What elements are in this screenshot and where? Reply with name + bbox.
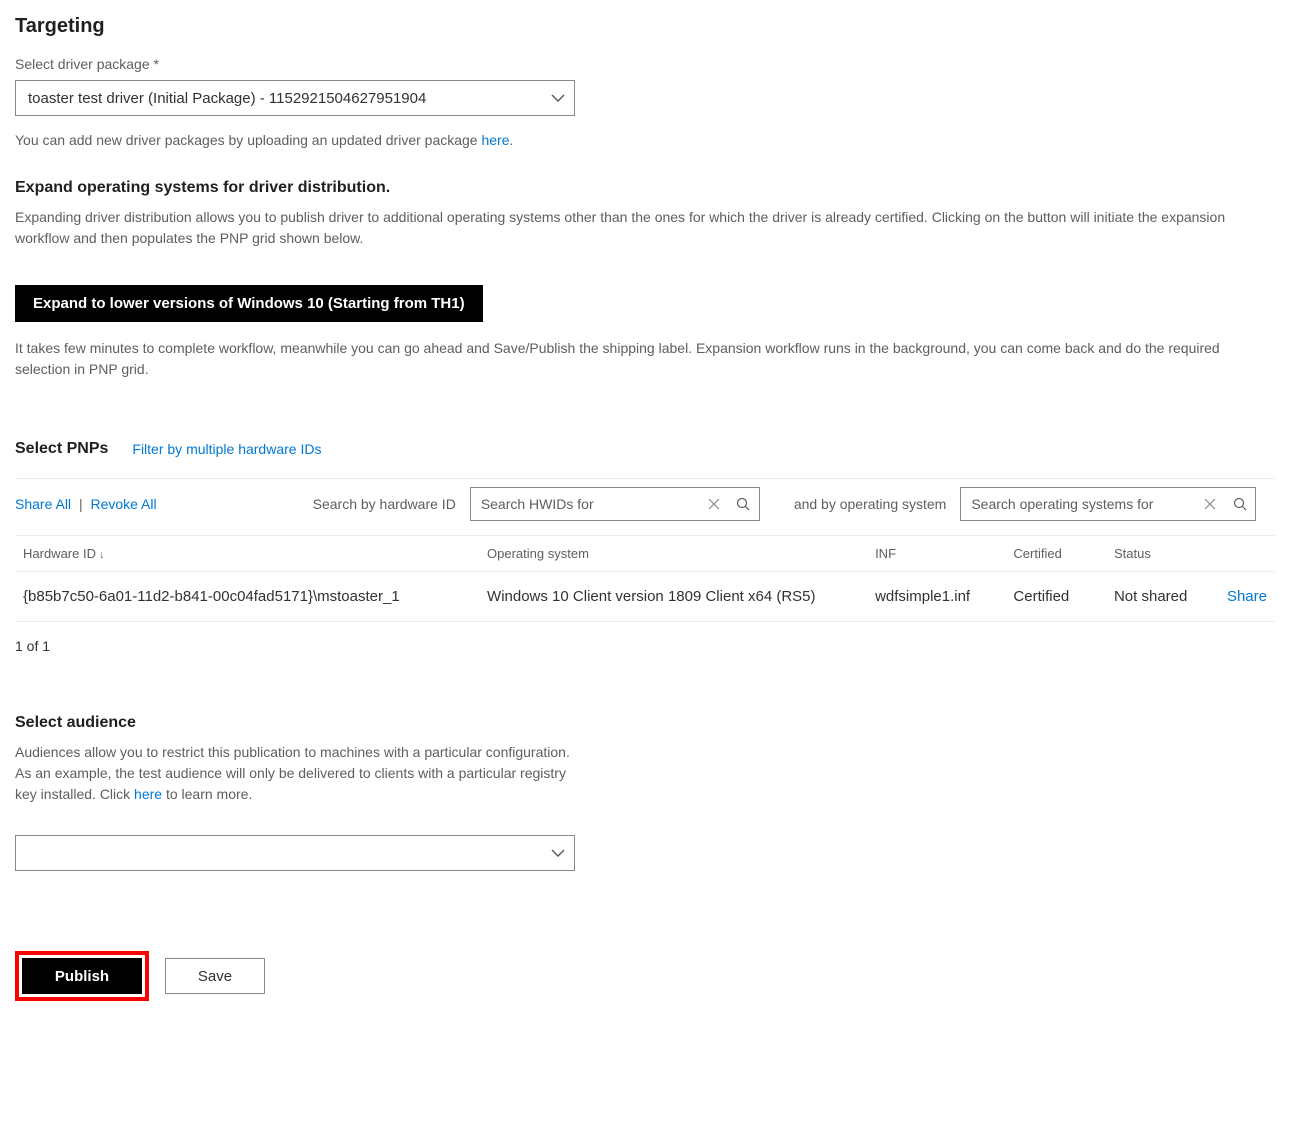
- cell-status: Not shared: [1106, 572, 1219, 622]
- publish-button[interactable]: Publish: [22, 958, 142, 994]
- expand-lower-versions-button[interactable]: Expand to lower versions of Windows 10 (…: [15, 285, 483, 322]
- table-row: {b85b7c50-6a01-11d2-b841-00c04fad5171}\m…: [15, 572, 1275, 622]
- search-os-input[interactable]: [961, 496, 1195, 512]
- select-pnps-title: Select PNPs: [15, 440, 108, 458]
- col-status[interactable]: Status: [1106, 536, 1219, 572]
- pnp-table: Hardware ID↓ Operating system INF Certif…: [15, 535, 1275, 622]
- col-hardware-id[interactable]: Hardware ID↓: [15, 536, 479, 572]
- col-os[interactable]: Operating system: [479, 536, 867, 572]
- upload-here-link[interactable]: here: [481, 132, 509, 148]
- targeting-title: Targeting: [15, 15, 1275, 38]
- search-os-icon[interactable]: [1225, 488, 1255, 520]
- filter-multiple-hwids-link[interactable]: Filter by multiple hardware IDs: [132, 441, 321, 457]
- revoke-all-link[interactable]: Revoke All: [90, 496, 156, 512]
- audience-select[interactable]: [15, 835, 575, 871]
- cell-hardware-id: {b85b7c50-6a01-11d2-b841-00c04fad5171}\m…: [15, 572, 479, 622]
- sort-down-icon: ↓: [99, 549, 105, 561]
- expand-os-description: Expanding driver distribution allows you…: [15, 207, 1275, 249]
- publish-highlight-box: Publish: [15, 951, 149, 1001]
- upload-help-text: You can add new driver packages by uploa…: [15, 130, 1275, 151]
- save-button[interactable]: Save: [165, 958, 265, 994]
- audience-description: Audiences allow you to restrict this pub…: [15, 742, 575, 805]
- search-os-box[interactable]: [960, 487, 1256, 521]
- cell-inf: wdfsimple1.inf: [867, 572, 1005, 622]
- cell-os: Windows 10 Client version 1809 Client x6…: [479, 572, 867, 622]
- row-share-link[interactable]: Share: [1227, 588, 1267, 605]
- clear-os-icon[interactable]: [1195, 488, 1225, 520]
- share-all-link[interactable]: Share All: [15, 496, 71, 512]
- col-certified[interactable]: Certified: [1005, 536, 1106, 572]
- driver-package-label: Select driver package *: [15, 56, 1275, 72]
- select-audience-title: Select audience: [15, 714, 1275, 732]
- clear-hwid-icon[interactable]: [699, 488, 729, 520]
- search-os-label: and by operating system: [794, 496, 947, 512]
- expand-workflow-note: It takes few minutes to complete workflo…: [15, 338, 1275, 380]
- search-hwid-input[interactable]: [471, 496, 699, 512]
- audience-here-link[interactable]: here: [134, 786, 162, 802]
- driver-package-value: toaster test driver (Initial Package) - …: [28, 90, 426, 107]
- driver-package-select[interactable]: toaster test driver (Initial Package) - …: [15, 80, 575, 116]
- search-hwid-label: Search by hardware ID: [313, 496, 456, 512]
- col-inf[interactable]: INF: [867, 536, 1005, 572]
- page-count: 1 of 1: [15, 638, 1275, 654]
- search-hwid-icon[interactable]: [729, 488, 759, 520]
- search-hwid-box[interactable]: [470, 487, 760, 521]
- cell-certified: Certified: [1005, 572, 1106, 622]
- expand-os-heading: Expand operating systems for driver dist…: [15, 179, 1275, 197]
- separator: |: [79, 496, 83, 512]
